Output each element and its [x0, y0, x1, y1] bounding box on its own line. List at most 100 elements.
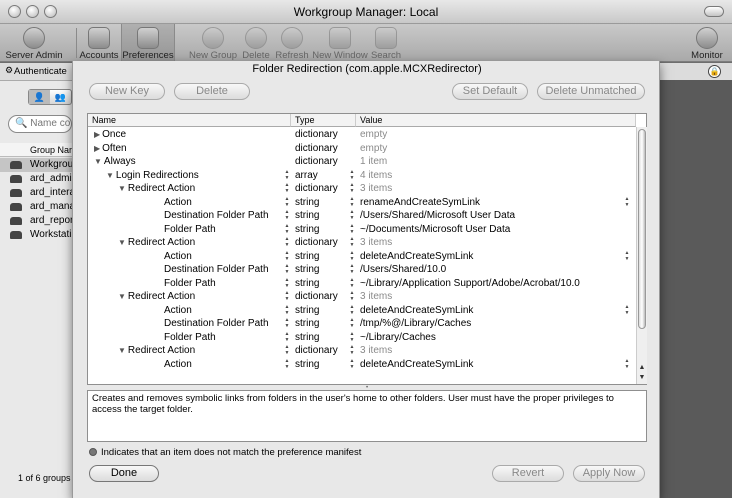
disclosure-open-icon[interactable]: ▼	[118, 238, 126, 247]
row-value[interactable]: renameAndCreateSymLink	[360, 196, 480, 209]
search-input[interactable]: 🔍 Name co	[8, 115, 72, 133]
lock-icon[interactable]: 🔒	[708, 65, 721, 78]
row-type[interactable]: string	[295, 209, 319, 222]
row-value[interactable]: 1 item	[360, 155, 387, 168]
type-column-header[interactable]: Type	[291, 114, 356, 127]
type-stepper[interactable]: ▲▼	[284, 223, 290, 235]
type-stepper[interactable]: ▲▼	[284, 236, 290, 248]
delete-key-button[interactable]: Delete	[174, 83, 250, 100]
row-type[interactable]: string	[295, 263, 319, 276]
value-stepper[interactable]: ▲▼	[349, 209, 355, 221]
table-row[interactable]: Action ▲▼ string ▲▼ deleteAndCreateSymLink ▲▼	[88, 358, 636, 372]
table-row[interactable]: ▼ Redirect Action ▲▼ dictionary ▲▼ 3 items	[88, 290, 636, 304]
value-popup-arrows-icon[interactable]: ▲▼	[624, 304, 630, 316]
list-item[interactable]: ard_admi	[0, 172, 72, 186]
row-value[interactable]: deleteAndCreateSymLink	[360, 250, 473, 263]
type-stepper[interactable]: ▲▼	[284, 196, 290, 208]
table-row[interactable]: Folder Path ▲▼ string ▲▼ ~/Library/Caches	[88, 331, 636, 345]
row-type[interactable]: dictionary	[295, 236, 338, 249]
apply-now-button[interactable]: Apply Now	[573, 465, 645, 482]
set-default-button[interactable]: Set Default	[452, 83, 528, 100]
value-stepper[interactable]: ▲▼	[349, 169, 355, 181]
table-row[interactable]: ▼ Always dictionary 1 item	[88, 155, 636, 169]
group-tab-icon[interactable]: 👥	[50, 90, 71, 104]
disclosure-open-icon[interactable]: ▼	[118, 184, 126, 193]
gear-icon[interactable]: ⚙	[5, 65, 13, 76]
row-value[interactable]: 3 items	[360, 290, 392, 303]
value-column-header[interactable]: Value	[356, 114, 636, 127]
table-row[interactable]: ▼ Redirect Action ▲▼ dictionary ▲▼ 3 items	[88, 236, 636, 250]
table-row[interactable]: Destination Folder Path ▲▼ string ▲▼ /tmp/%@…	[88, 317, 636, 331]
value-stepper[interactable]: ▲▼	[349, 344, 355, 356]
row-value[interactable]: 3 items	[360, 236, 392, 249]
value-stepper[interactable]: ▲▼	[349, 182, 355, 194]
scroll-thumb[interactable]	[638, 129, 646, 329]
row-value[interactable]: /Users/Shared/10.0	[360, 263, 446, 276]
list-item[interactable]: Workgrou	[0, 158, 72, 172]
table-row[interactable]: ▼ Redirect Action ▲▼ dictionary ▲▼ 3 items	[88, 182, 636, 196]
disclosure-open-icon[interactable]: ▼	[106, 171, 114, 180]
refresh-button[interactable]: Refresh	[274, 24, 310, 62]
row-value[interactable]: empty	[360, 128, 387, 141]
new-group-button[interactable]: New Group	[188, 24, 238, 62]
disclosure-open-icon[interactable]: ▼	[118, 346, 126, 355]
row-type[interactable]: dictionary	[295, 155, 338, 168]
row-value[interactable]: /tmp/%@/Library/Caches	[360, 317, 471, 330]
preferences-button[interactable]: Preferences	[121, 24, 175, 62]
type-stepper[interactable]: ▲▼	[284, 250, 290, 262]
value-stepper[interactable]: ▲▼	[349, 196, 355, 208]
list-item[interactable]: ard_repor	[0, 214, 72, 228]
type-stepper[interactable]: ▲▼	[284, 182, 290, 194]
name-column-header[interactable]: Name	[88, 114, 291, 127]
value-stepper[interactable]: ▲▼	[349, 290, 355, 302]
value-stepper[interactable]: ▲▼	[349, 223, 355, 235]
vertical-scrollbar[interactable]: ▲ ▼	[636, 127, 647, 384]
row-type[interactable]: string	[295, 358, 319, 371]
table-row[interactable]: ▼ Login Redirections ▲▼ array ▲▼ 4 items	[88, 169, 636, 183]
monitor-button[interactable]: Monitor	[686, 24, 728, 62]
group-name-column-header[interactable]: Group Nar	[0, 143, 72, 157]
new-key-button[interactable]: New Key	[89, 83, 165, 100]
row-value[interactable]: ~/Library/Caches	[360, 331, 436, 344]
search-button[interactable]: Search	[370, 24, 402, 62]
value-popup-arrows-icon[interactable]: ▲▼	[624, 196, 630, 208]
row-value[interactable]: ~/Documents/Microsoft User Data	[360, 223, 510, 236]
row-type[interactable]: string	[295, 331, 319, 344]
disclosure-open-icon[interactable]: ▼	[94, 157, 102, 166]
type-stepper[interactable]: ▲▼	[284, 169, 290, 181]
row-type[interactable]: string	[295, 223, 319, 236]
type-stepper[interactable]: ▲▼	[284, 317, 290, 329]
row-value[interactable]: /Users/Shared/Microsoft User Data	[360, 209, 515, 222]
value-stepper[interactable]: ▲▼	[349, 277, 355, 289]
done-button[interactable]: Done	[89, 465, 159, 482]
revert-button[interactable]: Revert	[492, 465, 564, 482]
row-type[interactable]: string	[295, 196, 319, 209]
table-row[interactable]: ▶ Once dictionary empty	[88, 128, 636, 142]
value-popup-arrows-icon[interactable]: ▲▼	[624, 358, 630, 370]
user-tab-icon[interactable]: 👤	[29, 90, 50, 104]
table-row[interactable]: Action ▲▼ string ▲▼ renameAndCreateSymLink ▲▼	[88, 196, 636, 210]
value-stepper[interactable]: ▲▼	[349, 250, 355, 262]
scroll-up-arrow[interactable]: ▲	[637, 363, 647, 373]
type-stepper[interactable]: ▲▼	[284, 331, 290, 343]
table-row[interactable]: Action ▲▼ string ▲▼ deleteAndCreateSymLink ▲▼	[88, 250, 636, 264]
table-row[interactable]: ▼ Redirect Action ▲▼ dictionary ▲▼ 3 items	[88, 344, 636, 358]
row-value[interactable]: 4 items	[360, 169, 392, 182]
value-popup-arrows-icon[interactable]: ▲▼	[624, 250, 630, 262]
delete-unmatched-button[interactable]: Delete Unmatched	[537, 83, 645, 100]
list-item[interactable]: ard_mana	[0, 200, 72, 214]
table-row[interactable]: Destination Folder Path ▲▼ string ▲▼ /Users/…	[88, 263, 636, 277]
list-item[interactable]: ard_intera	[0, 186, 72, 200]
row-type[interactable]: string	[295, 317, 319, 330]
table-row[interactable]: Folder Path ▲▼ string ▲▼ ~/Documents/Microso…	[88, 223, 636, 237]
table-row[interactable]: Action ▲▼ string ▲▼ deleteAndCreateSymLink ▲▼	[88, 304, 636, 318]
value-stepper[interactable]: ▲▼	[349, 317, 355, 329]
row-value[interactable]: 3 items	[360, 344, 392, 357]
value-stepper[interactable]: ▲▼	[349, 331, 355, 343]
type-stepper[interactable]: ▲▼	[284, 358, 290, 370]
row-type[interactable]: dictionary	[295, 142, 338, 155]
value-stepper[interactable]: ▲▼	[349, 236, 355, 248]
value-stepper[interactable]: ▲▼	[349, 358, 355, 370]
row-value[interactable]: deleteAndCreateSymLink	[360, 358, 473, 371]
new-window-button[interactable]: New Window	[312, 24, 368, 62]
